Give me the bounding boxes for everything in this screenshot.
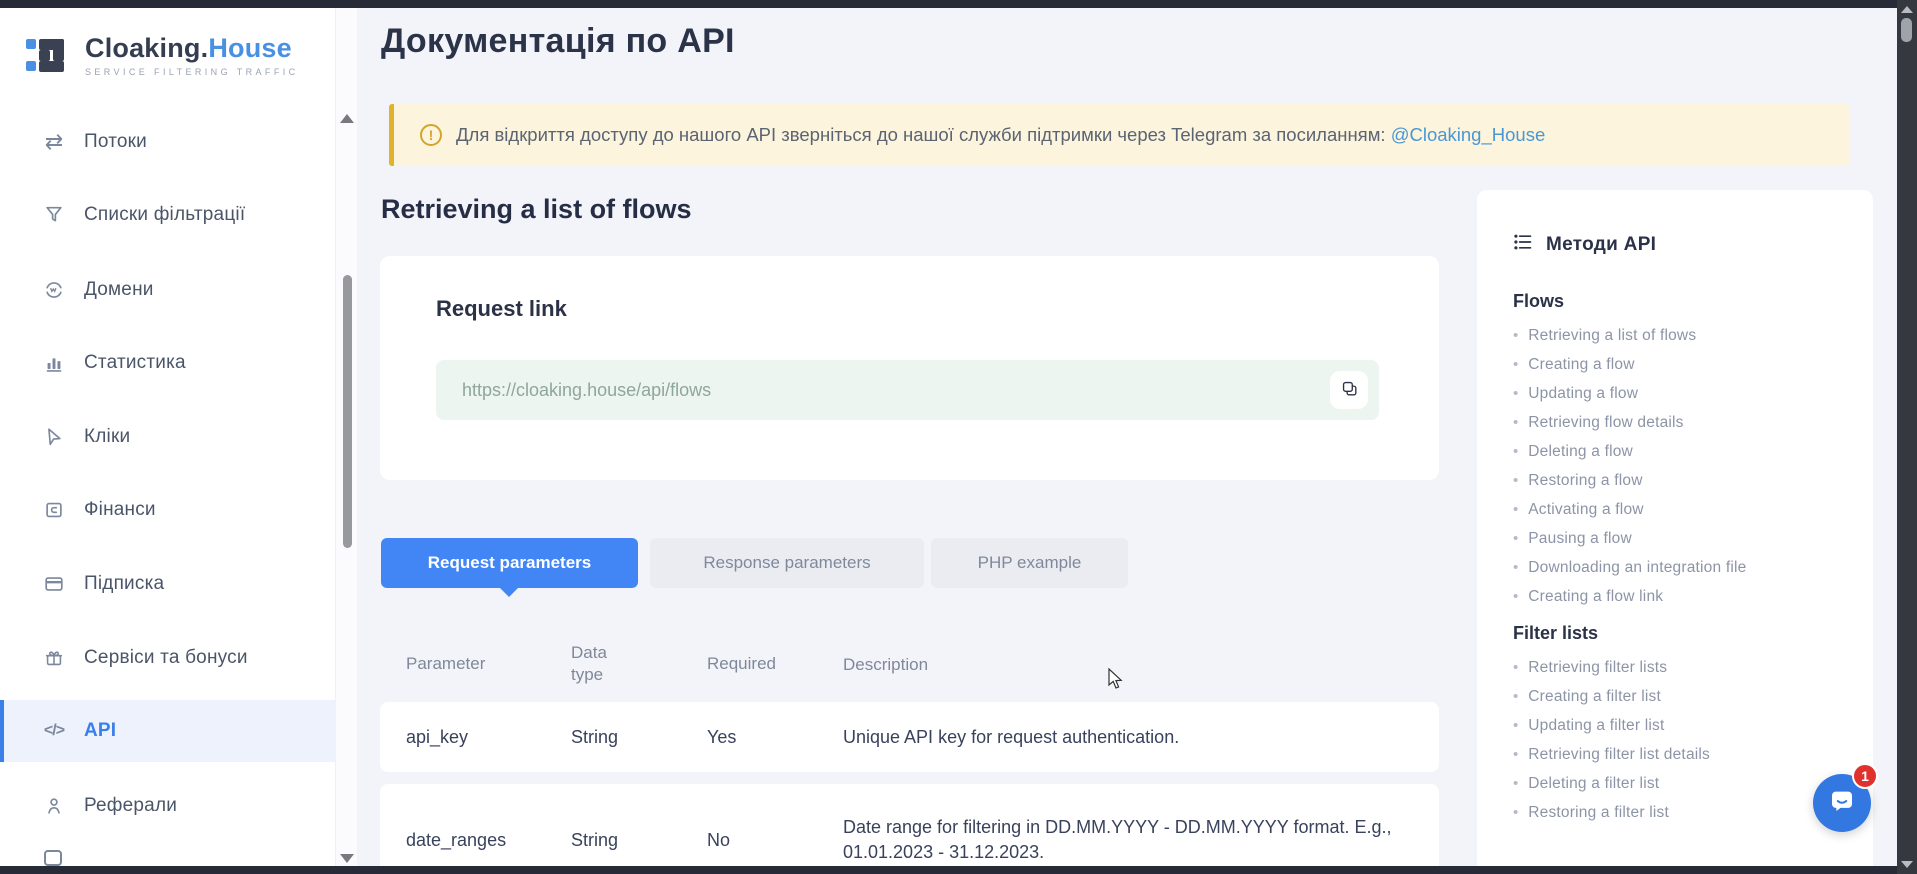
col-header-data-type: Data type [571, 642, 707, 686]
brand-logo[interactable]: Cloaking.House SERVICE FILTERING TRAFFIC [26, 32, 299, 78]
sidebar-item-statistics[interactable]: Статистика [0, 335, 335, 391]
sidebar-item-api[interactable]: </> API [0, 700, 335, 762]
method-link[interactable]: •Creating a flow link [1513, 582, 1845, 611]
table-header-row: Parameter Data type Required Description [380, 636, 1439, 692]
sidebar-item-flows[interactable]: ⇄ Потоки [0, 114, 335, 170]
page-title: Документація по API [381, 22, 735, 61]
cell-description: Date range for filtering in DD.MM.YYYY -… [843, 815, 1439, 865]
code-icon: </> [42, 722, 66, 740]
table-row: api_key String Yes Unique API key for re… [380, 702, 1439, 772]
window-scrollbar[interactable] [1897, 0, 1917, 874]
domains-icon [42, 279, 66, 301]
methods-section-filter-lists: Filter lists [1513, 623, 1845, 644]
funnel-icon [42, 204, 66, 226]
cell-parameter: api_key [406, 727, 571, 748]
request-url-value: https://cloaking.house/api/flows [462, 360, 711, 420]
brand-tagline: SERVICE FILTERING TRAFFIC [85, 67, 299, 77]
credit-card-icon [42, 573, 66, 595]
method-link[interactable]: •Retrieving a list of flows [1513, 321, 1845, 350]
person-icon [42, 795, 66, 817]
cell-data-type: String [571, 727, 707, 748]
methods-panel-title: Методи API [1546, 234, 1656, 256]
method-link[interactable]: •Retrieving flow details [1513, 408, 1845, 437]
tab-request-parameters[interactable]: Request parameters [381, 538, 638, 588]
partial-sidebar-icon [44, 850, 62, 866]
sidebar-scrollbar[interactable] [335, 8, 357, 866]
col-header-required: Required [707, 654, 843, 674]
cell-description: Unique API key for request authenticatio… [843, 725, 1439, 750]
tab-php-example[interactable]: PHP example [931, 538, 1128, 588]
banner-text: Для відкриття доступу до нашого API звер… [456, 124, 1545, 146]
method-link[interactable]: •Retrieving filter lists [1513, 653, 1845, 682]
mouse-cursor [1108, 668, 1124, 695]
method-link[interactable]: •Creating a filter list [1513, 682, 1845, 711]
cell-data-type: String [571, 830, 707, 851]
tab-response-parameters[interactable]: Response parameters [650, 538, 924, 588]
chat-bubble-icon [1827, 786, 1857, 821]
method-link[interactable]: •Retrieving filter list details [1513, 740, 1845, 769]
app-window: Cloaking.House SERVICE FILTERING TRAFFIC… [0, 8, 1897, 866]
scroll-up-arrow-icon[interactable] [340, 114, 354, 123]
table-row: date_ranges String No Date range for fil… [380, 784, 1439, 866]
methods-section-flows: Flows [1513, 291, 1845, 312]
info-banner: ! Для відкриття доступу до нашого API зв… [389, 104, 1849, 166]
gift-icon [42, 647, 66, 669]
sidebar: Cloaking.House SERVICE FILTERING TRAFFIC… [0, 8, 335, 866]
api-methods-panel: Методи API Flows •Retrieving a list of f… [1477, 190, 1873, 866]
col-header-parameter: Parameter [406, 654, 571, 674]
finance-icon [42, 499, 66, 521]
sidebar-item-referrals[interactable]: Реферали [0, 778, 335, 834]
method-link[interactable]: •Downloading an integration file [1513, 553, 1845, 582]
cursor-icon [42, 426, 66, 448]
list-icon [1513, 232, 1533, 257]
window-scrollbar-thumb[interactable] [1901, 18, 1912, 42]
sync-icon: ⇄ [42, 131, 66, 153]
window-scroll-up-icon[interactable] [1901, 6, 1913, 13]
sidebar-item-finances[interactable]: Фінанси [0, 482, 335, 538]
request-url-field[interactable]: https://cloaking.house/api/flows [436, 360, 1379, 420]
cell-parameter: date_ranges [406, 830, 571, 851]
method-link[interactable]: •Activating a flow [1513, 495, 1845, 524]
method-link[interactable]: •Restoring a filter list [1513, 798, 1845, 827]
sidebar-scrollbar-thumb[interactable] [343, 275, 352, 548]
method-link[interactable]: •Creating a flow [1513, 350, 1845, 379]
sidebar-item-domains[interactable]: Домени [0, 262, 335, 318]
sidebar-item-services-bonuses[interactable]: Сервіси та бонуси [0, 630, 335, 686]
cell-required: No [707, 830, 843, 851]
telegram-link[interactable]: @Cloaking_House [1391, 124, 1546, 145]
warning-icon: ! [420, 124, 442, 146]
col-header-description: Description [843, 652, 1439, 677]
method-link[interactable]: •Deleting a flow [1513, 437, 1845, 466]
brand-logo-icon [26, 32, 72, 78]
method-link[interactable]: •Pausing a flow [1513, 524, 1845, 553]
request-link-card: Request link https://cloaking.house/api/… [380, 256, 1439, 480]
cell-required: Yes [707, 727, 843, 748]
brand-name: Cloaking.House [85, 33, 299, 64]
bar-chart-icon [42, 352, 66, 374]
sidebar-item-clicks[interactable]: Кліки [0, 409, 335, 465]
method-link[interactable]: •Updating a filter list [1513, 711, 1845, 740]
section-heading: Retrieving a list of flows [381, 194, 692, 225]
scroll-down-arrow-icon[interactable] [340, 854, 354, 863]
copy-icon [1340, 379, 1359, 401]
method-link[interactable]: •Restoring a flow [1513, 466, 1845, 495]
method-link[interactable]: •Deleting a filter list [1513, 769, 1845, 798]
request-link-title: Request link [436, 296, 567, 322]
active-tab-pointer [500, 588, 518, 597]
window-scroll-down-icon[interactable] [1901, 861, 1913, 868]
chat-notification-badge: 1 [1852, 763, 1878, 789]
sidebar-item-subscription[interactable]: Підписка [0, 556, 335, 612]
copy-button[interactable] [1330, 371, 1368, 409]
method-link[interactable]: •Updating a flow [1513, 379, 1845, 408]
sidebar-item-filter-lists[interactable]: Списки фільтрації [0, 187, 335, 243]
